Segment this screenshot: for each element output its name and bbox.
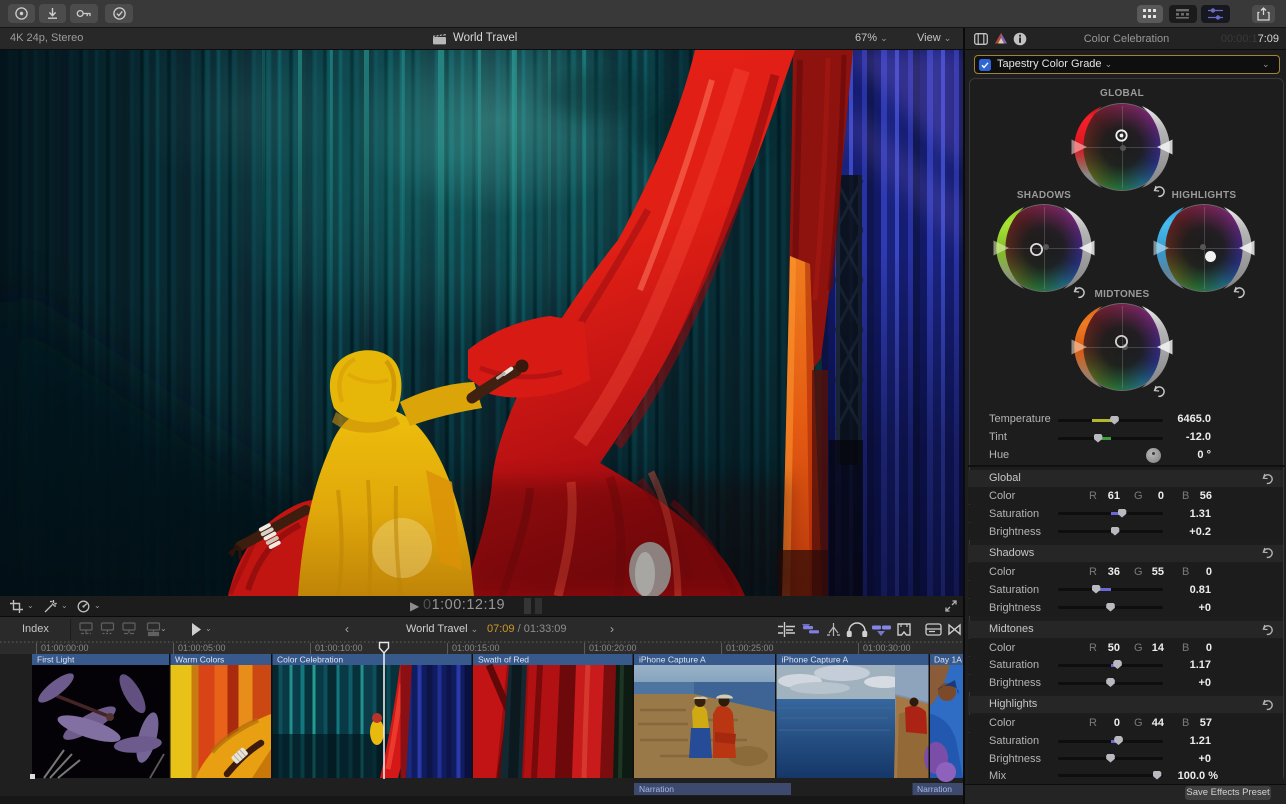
svg-text:Warm Colors: Warm Colors bbox=[175, 655, 224, 665]
svg-text:Color Celebration: Color Celebration bbox=[277, 655, 343, 665]
svg-text:Day 1A: Day 1A bbox=[934, 655, 962, 665]
svg-text:iPhone Capture A: iPhone Capture A bbox=[782, 655, 849, 665]
svg-text:iPhone Capture A: iPhone Capture A bbox=[639, 655, 706, 665]
svg-text:Narration: Narration bbox=[639, 784, 674, 794]
svg-text:Swath of Red: Swath of Red bbox=[478, 655, 529, 665]
svg-text:First Light: First Light bbox=[37, 655, 75, 665]
svg-text:Narration: Narration bbox=[917, 784, 952, 794]
